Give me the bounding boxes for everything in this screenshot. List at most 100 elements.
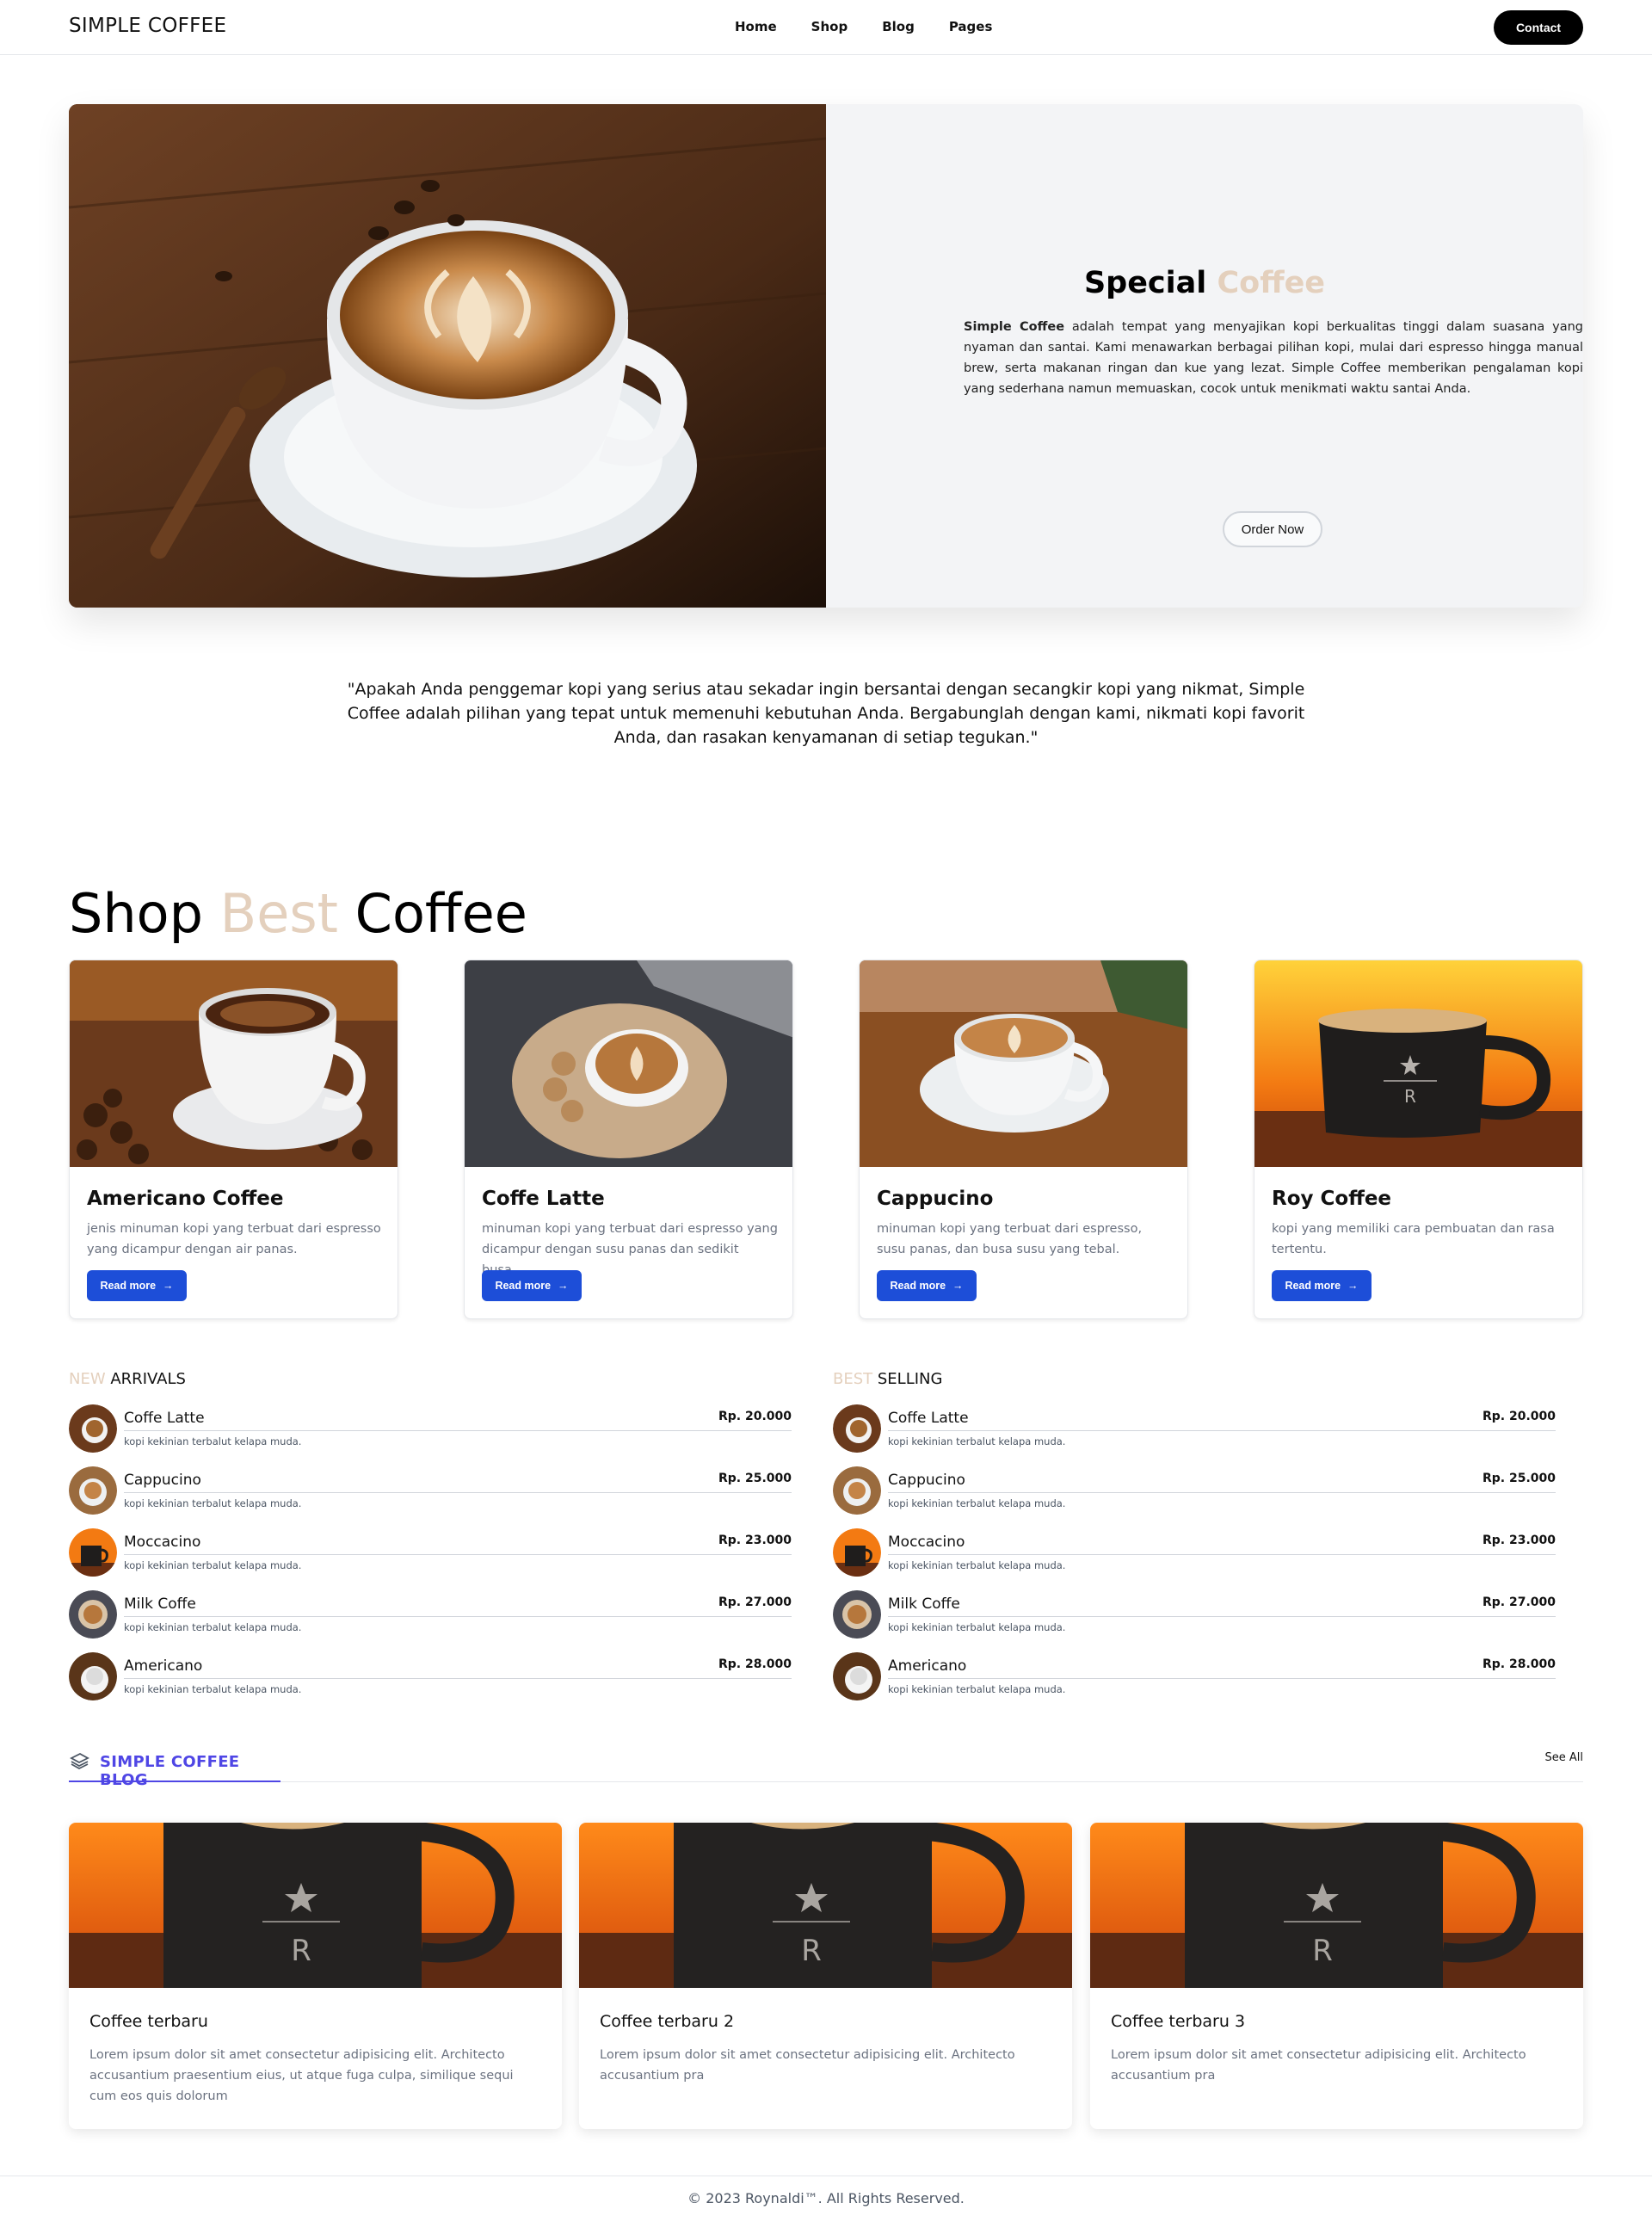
- list-item[interactable]: Americano Rp. 28.000 kopi kekinian terba…: [833, 1652, 1556, 1704]
- new-arrivals-title: NEW ARRIVALS: [69, 1370, 186, 1388]
- list-item[interactable]: Americano Rp. 28.000 kopi kekinian terba…: [69, 1652, 792, 1704]
- read-more-button[interactable]: Read more →: [482, 1270, 582, 1301]
- list-item[interactable]: Milk Coffe Rp. 27.000 kopi kekinian terb…: [69, 1590, 792, 1642]
- blog-text: Lorem ipsum dolor sit amet consectetur a…: [89, 2048, 514, 2103]
- blog-card[interactable]: R Coffee terbaru 3 Lorem ipsum dolor sit…: [1090, 1823, 1583, 2129]
- card-title: Americano Coffee: [87, 1188, 284, 1210]
- brand-logo[interactable]: SIMPLE COFFEE: [69, 15, 226, 37]
- order-now-button[interactable]: Order Now: [1223, 511, 1322, 547]
- see-all-link[interactable]: See All: [1545, 1751, 1584, 1764]
- svg-text:R: R: [1312, 1934, 1333, 1968]
- list-item[interactable]: Coffe Latte Rp. 20.000 kopi kekinian ter…: [69, 1404, 792, 1456]
- item-name: Milk Coffe: [124, 1595, 196, 1613]
- shop-title-b: Coffee: [337, 882, 527, 945]
- divider: [888, 1492, 1556, 1493]
- blog-text: Lorem ipsum dolor sit amet consectetur a…: [1111, 2048, 1526, 2083]
- blog-tab-label: SIMPLE COFFEE BLOG: [100, 1753, 240, 1789]
- shop-title-accent: Best: [219, 882, 338, 945]
- blog-cards: R Coffee terbaru Lorem ipsum dolor sit a…: [69, 1823, 1583, 2129]
- blog-card[interactable]: R Coffee terbaru Lorem ipsum dolor sit a…: [69, 1823, 562, 2129]
- item-name: Moccacino: [124, 1534, 201, 1551]
- avatar: [69, 1404, 117, 1453]
- contact-button[interactable]: Contact: [1494, 10, 1583, 45]
- divider: [888, 1678, 1556, 1679]
- item-name: Cappucino: [124, 1472, 201, 1489]
- list-item[interactable]: Milk Coffe Rp. 27.000 kopi kekinian terb…: [833, 1590, 1556, 1642]
- best-selling-rest: SELLING: [872, 1370, 943, 1388]
- new-arrivals-accent: NEW: [69, 1370, 106, 1388]
- item-desc: kopi kekinian terbalut kelapa muda.: [888, 1621, 1066, 1633]
- avatar: [69, 1652, 117, 1700]
- avatar: [833, 1404, 881, 1453]
- new-arrivals-rest: ARRIVALS: [105, 1370, 186, 1388]
- product-cards: Americano Coffee jenis minuman kopi yang…: [69, 960, 1583, 1319]
- item-name: Moccacino: [888, 1534, 965, 1551]
- nav-link-pages[interactable]: Pages: [949, 19, 993, 34]
- read-more-button[interactable]: Read more →: [877, 1270, 977, 1301]
- divider: [888, 1430, 1556, 1431]
- read-more-button[interactable]: Read more →: [1272, 1270, 1372, 1301]
- list-item[interactable]: Moccacino Rp. 23.000 kopi kekinian terba…: [69, 1528, 792, 1580]
- list-item[interactable]: Coffe Latte Rp. 20.000 kopi kekinian ter…: [833, 1404, 1556, 1456]
- card-title: Roy Coffee: [1272, 1188, 1392, 1210]
- intro-quote: "Apakah Anda penggemar kopi yang serius …: [347, 680, 1305, 747]
- hero-content: Special Coffee Simple Coffee adalah temp…: [826, 104, 1583, 608]
- avatar: [69, 1590, 117, 1639]
- best-selling-title: BEST SELLING: [833, 1370, 942, 1388]
- read-more-label: Read more: [495, 1280, 552, 1292]
- divider: [124, 1678, 792, 1679]
- list-item[interactable]: Moccacino Rp. 23.000 kopi kekinian terba…: [833, 1528, 1556, 1580]
- card-text: jenis minuman kopi yang terbuat dari esp…: [87, 1222, 381, 1256]
- item-desc: kopi kekinian terbalut kelapa muda.: [888, 1497, 1066, 1509]
- product-image-roy: R: [1254, 960, 1582, 1167]
- nav-link-blog[interactable]: Blog: [882, 19, 915, 34]
- arrow-right-icon: →: [558, 1280, 569, 1292]
- divider: [888, 1554, 1556, 1555]
- product-card: Cappucino minuman kopi yang terbuat dari…: [859, 960, 1188, 1319]
- item-desc: kopi kekinian terbalut kelapa muda.: [124, 1497, 302, 1509]
- hero-title-accent: Coffee: [1217, 266, 1326, 300]
- product-image-latte: [465, 960, 792, 1167]
- list-item[interactable]: Cappucino Rp. 25.000 kopi kekinian terba…: [69, 1466, 792, 1518]
- divider: [124, 1430, 792, 1431]
- product-image-cappucino: [860, 960, 1187, 1167]
- list-item[interactable]: Cappucino Rp. 25.000 kopi kekinian terba…: [833, 1466, 1556, 1518]
- blog-card[interactable]: R Coffee terbaru 2 Lorem ipsum dolor sit…: [579, 1823, 1072, 2129]
- hero-coffee-image: [69, 104, 826, 608]
- arrow-right-icon: →: [163, 1280, 174, 1292]
- item-price: Rp. 20.000: [718, 1410, 792, 1423]
- item-desc: kopi kekinian terbalut kelapa muda.: [124, 1559, 302, 1571]
- hero-title: Special Coffee: [826, 266, 1583, 300]
- arrow-right-icon: →: [1347, 1280, 1359, 1292]
- best-selling-accent: BEST: [833, 1370, 873, 1388]
- blog-image: R: [1090, 1823, 1583, 1988]
- avatar: [833, 1590, 881, 1639]
- arrow-right-icon: →: [952, 1280, 964, 1292]
- item-desc: kopi kekinian terbalut kelapa muda.: [124, 1435, 302, 1447]
- shop-section-title: Shop Best Coffee: [69, 882, 527, 945]
- product-card: R Roy Coffee kopi yang memiliki cara pem…: [1254, 960, 1583, 1319]
- blog-text: Lorem ipsum dolor sit amet consectetur a…: [600, 2048, 1015, 2083]
- copyright-text: © 2023 Roynaldi™. All Rights Reserved.: [687, 2190, 965, 2206]
- item-price: Rp. 23.000: [718, 1534, 792, 1547]
- read-more-button[interactable]: Read more →: [87, 1270, 187, 1301]
- hero-description: Simple Coffee adalah tempat yang menyaji…: [964, 317, 1583, 399]
- avatar: [833, 1466, 881, 1515]
- item-price: Rp. 27.000: [718, 1595, 792, 1609]
- avatar: [69, 1528, 117, 1577]
- svg-text:R: R: [801, 1934, 822, 1968]
- divider: [124, 1616, 792, 1617]
- item-price: Rp. 28.000: [718, 1657, 792, 1671]
- blog-title: Coffee terbaru 3: [1111, 2012, 1246, 2031]
- item-desc: kopi kekinian terbalut kelapa muda.: [124, 1621, 302, 1633]
- item-price: Rp. 23.000: [1482, 1534, 1556, 1547]
- nav-links: Home Shop Blog Pages: [735, 19, 1026, 34]
- item-desc: kopi kekinian terbalut kelapa muda.: [124, 1683, 302, 1695]
- nav-link-home[interactable]: Home: [735, 19, 777, 34]
- item-price: Rp. 27.000: [1482, 1595, 1556, 1609]
- svg-text:R: R: [1404, 1086, 1416, 1107]
- divider: [888, 1616, 1556, 1617]
- item-price: Rp. 28.000: [1482, 1657, 1556, 1671]
- nav-link-shop[interactable]: Shop: [811, 19, 848, 34]
- tab-simple-coffee-blog[interactable]: SIMPLE COFFEE BLOG: [69, 1743, 280, 1789]
